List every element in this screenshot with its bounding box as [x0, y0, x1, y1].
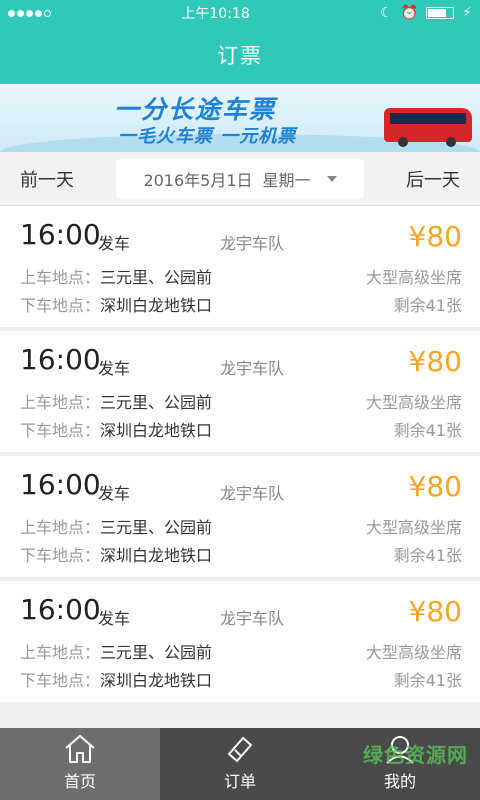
tab-orders[interactable]: 订单 [160, 728, 320, 800]
departure-time: 16:00 [20, 218, 101, 251]
charging-icon: ⚡ [462, 5, 472, 21]
seat-type: 大型高级坐席 [365, 393, 462, 412]
bus-company: 龙宇车队 [220, 359, 285, 378]
signal-icon [8, 9, 51, 17]
departure-time: 16:00 [20, 468, 101, 501]
tab-home[interactable]: 首页 [0, 728, 160, 800]
alighting-label: 下车地点： [20, 296, 101, 315]
banner-subline: 一毛火车票 一元机票 [118, 126, 297, 147]
tab-orders-label: 订单 [223, 772, 256, 791]
banner-headline: 一分长途车票 [114, 95, 277, 124]
alighting-label: 下车地点： [20, 546, 101, 565]
page-title: 订票 [217, 44, 263, 68]
tab-mine-label: 我的 [383, 772, 416, 791]
departure-label: 发车 [98, 234, 131, 253]
boarding-label: 上车地点： [20, 518, 101, 537]
selected-weekday: 星期一 [262, 170, 311, 190]
boarding-location: 三元里、公园前 [100, 393, 213, 412]
bus-image [384, 108, 472, 147]
alighting-label: 下车地点： [20, 671, 101, 690]
ticket-price: ¥80 [408, 220, 462, 253]
chevron-down-icon [326, 175, 337, 182]
date-selector-bar: 前一天 2016年5月1日 星期一 后一天 [0, 152, 480, 206]
ticket-icon [227, 736, 253, 763]
ticket-item[interactable]: 16:00 发车 龙宇车队 ¥80 上车地点：三元里、公园前 下车地点：深圳白龙… [0, 581, 480, 702]
boarding-location: 三元里、公园前 [100, 268, 213, 287]
remaining-tickets: 剩余41张 [393, 671, 462, 690]
ticket-item[interactable]: 16:00 发车 龙宇车队 ¥80 上车地点：三元里、公园前 下车地点：深圳白龙… [0, 456, 480, 577]
alighting-location: 深圳白龙地铁口 [100, 296, 213, 315]
status-time: 上午10:18 [181, 6, 250, 22]
previous-day-button[interactable]: 前一天 [20, 166, 74, 192]
boarding-location: 三元里、公园前 [100, 643, 213, 662]
departure-label: 发车 [98, 484, 131, 503]
remaining-tickets: 剩余41张 [393, 546, 462, 565]
boarding-label: 上车地点： [20, 393, 101, 412]
tab-home-label: 首页 [63, 772, 96, 791]
next-day-button[interactable]: 后一天 [406, 166, 460, 192]
boarding-label: 上车地点： [20, 643, 101, 662]
moon-icon: ☾ [380, 5, 393, 21]
promo-banner[interactable]: 一分长途车票 一毛火车票 一元机票 [0, 84, 480, 152]
seat-type: 大型高级坐席 [365, 268, 462, 287]
ticket-price: ¥80 [408, 470, 462, 503]
ticket-item[interactable]: 16:00 发车 龙宇车队 ¥80 上车地点：三元里、公园前 下车地点：深圳白龙… [0, 331, 480, 452]
bus-company: 龙宇车队 [220, 484, 285, 503]
selected-date: 2016年5月1日 [143, 170, 253, 190]
status-bar: 上午10:18 ☾ ⏰ ⚡ [0, 0, 480, 26]
date-picker[interactable]: 2016年5月1日 星期一 [116, 158, 364, 199]
departure-time: 16:00 [20, 343, 101, 376]
remaining-tickets: 剩余41张 [393, 421, 462, 440]
alighting-label: 下车地点： [20, 421, 101, 440]
bus-company: 龙宇车队 [220, 609, 285, 628]
ticket-list: 16:00 发车 龙宇车队 ¥80 上车地点：三元里、公园前 下车地点：深圳白龙… [0, 206, 480, 702]
departure-time: 16:00 [20, 593, 101, 626]
bottom-tab-bar: 首页 订单 我的 绿色资源网 [0, 728, 480, 800]
app-header: 上午10:18 ☾ ⏰ ⚡ 订票 [0, 0, 480, 84]
seat-type: 大型高级坐席 [365, 518, 462, 537]
watermark: 绿色资源网 [363, 743, 468, 767]
departure-label: 发车 [98, 359, 131, 378]
battery-icon [426, 7, 455, 19]
ticket-price: ¥80 [408, 595, 462, 628]
alarm-icon: ⏰ [400, 5, 419, 21]
alighting-location: 深圳白龙地铁口 [100, 546, 213, 565]
bus-company: 龙宇车队 [220, 234, 285, 253]
home-icon [65, 734, 95, 763]
ticket-item[interactable]: 16:00 发车 龙宇车队 ¥80 上车地点：三元里、公园前 下车地点：深圳白龙… [0, 206, 480, 327]
boarding-label: 上车地点： [20, 268, 101, 287]
alighting-location: 深圳白龙地铁口 [100, 421, 213, 440]
alighting-location: 深圳白龙地铁口 [100, 671, 213, 690]
ticket-price: ¥80 [408, 345, 462, 378]
seat-type: 大型高级坐席 [365, 643, 462, 662]
remaining-tickets: 剩余41张 [393, 296, 462, 315]
departure-label: 发车 [98, 609, 131, 628]
boarding-location: 三元里、公园前 [100, 518, 213, 537]
